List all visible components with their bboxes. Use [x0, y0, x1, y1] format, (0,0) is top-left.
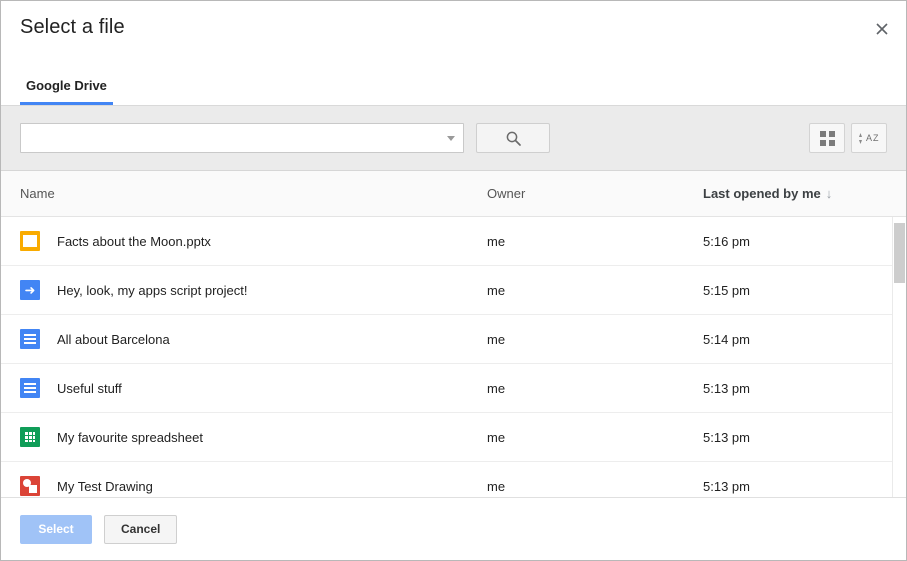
search-button[interactable]: [476, 123, 550, 153]
file-date-label: 5:15 pm: [703, 283, 906, 298]
list-scrollbar[interactable]: [892, 217, 906, 497]
file-name-label: Hey, look, my apps script project!: [57, 283, 248, 298]
search-input[interactable]: [20, 123, 464, 153]
sort-descending-icon: ↓: [826, 186, 833, 201]
file-owner-label: me: [487, 332, 703, 347]
file-date-label: 5:13 pm: [703, 430, 906, 445]
sort-button[interactable]: A Z: [851, 123, 887, 153]
column-header-name[interactable]: Name: [1, 186, 487, 201]
file-name-label: My favourite spreadsheet: [57, 430, 203, 445]
file-owner-label: me: [487, 381, 703, 396]
drawing-file-icon: [20, 476, 40, 496]
column-header-last-opened-label: Last opened by me: [703, 186, 821, 201]
table-row[interactable]: Hey, look, my apps script project! me5:15…: [1, 266, 906, 315]
file-name-cell: My favourite spreadsheet: [1, 427, 487, 447]
slides-file-icon: [20, 231, 40, 251]
grid-view-icon: [820, 131, 835, 146]
table-row[interactable]: All about Barcelona me5:14 pm: [1, 315, 906, 364]
dialog-header: Select a file Google Drive: [1, 1, 906, 105]
search-icon: [505, 130, 522, 147]
tab-google-drive[interactable]: Google Drive: [20, 78, 113, 105]
column-header-owner[interactable]: Owner: [487, 186, 703, 201]
svg-text:Z: Z: [873, 133, 879, 143]
file-name-cell: Facts about the Moon.pptx: [1, 231, 487, 251]
cancel-button[interactable]: Cancel: [104, 515, 177, 544]
select-button[interactable]: Select: [20, 515, 92, 544]
sheets-file-icon: [20, 427, 40, 447]
file-name-label: My Test Drawing: [57, 479, 153, 494]
file-date-label: 5:16 pm: [703, 234, 906, 249]
file-name-label: All about Barcelona: [57, 332, 170, 347]
file-rows-container: Facts about the Moon.pptxme5:16 pmHey, l…: [1, 217, 906, 497]
table-row[interactable]: Useful stuff me5:13 pm: [1, 364, 906, 413]
file-name-label: Facts about the Moon.pptx: [57, 234, 211, 249]
file-name-cell: My Test Drawing: [1, 476, 487, 496]
table-header-row: Name Owner Last opened by me ↓: [1, 171, 906, 217]
svg-text:A: A: [866, 133, 872, 143]
table-row[interactable]: My Test Drawing me5:13 pm: [1, 462, 906, 497]
search-field-wrapper: [20, 123, 464, 153]
file-name-label: Useful stuff: [57, 381, 122, 396]
table-row[interactable]: My favourite spreadsheet me5:13 pm: [1, 413, 906, 462]
file-picker-dialog: Select a file Google Drive: [0, 0, 907, 561]
scrollbar-thumb[interactable]: [894, 223, 905, 283]
file-date-label: 5:13 pm: [703, 381, 906, 396]
table-row[interactable]: Facts about the Moon.pptx me5:16 pm: [1, 217, 906, 266]
dialog-footer: Select Cancel: [1, 497, 906, 560]
column-header-last-opened[interactable]: Last opened by me ↓: [703, 186, 906, 201]
search-toolbar: A Z: [1, 105, 906, 171]
file-name-cell: All about Barcelona: [1, 329, 487, 349]
file-date-label: 5:13 pm: [703, 479, 906, 494]
docs-file-icon: [20, 378, 40, 398]
sort-az-icon: A Z: [858, 128, 880, 148]
file-owner-label: me: [487, 430, 703, 445]
file-date-label: 5:14 pm: [703, 332, 906, 347]
close-glyph: [876, 23, 888, 35]
file-owner-label: me: [487, 479, 703, 494]
file-owner-label: me: [487, 234, 703, 249]
close-icon[interactable]: [868, 15, 896, 43]
tab-bar: Google Drive: [20, 78, 113, 105]
page-title: Select a file: [20, 16, 125, 39]
grid-view-button[interactable]: [809, 123, 845, 153]
file-name-cell: Hey, look, my apps script project!: [1, 280, 487, 300]
file-list: Facts about the Moon.pptxme5:16 pmHey, l…: [1, 217, 906, 497]
docs-file-icon: [20, 329, 40, 349]
view-options-group: A Z: [809, 123, 887, 153]
apps-script-file-icon: [20, 280, 40, 300]
file-owner-label: me: [487, 283, 703, 298]
file-name-cell: Useful stuff: [1, 378, 487, 398]
